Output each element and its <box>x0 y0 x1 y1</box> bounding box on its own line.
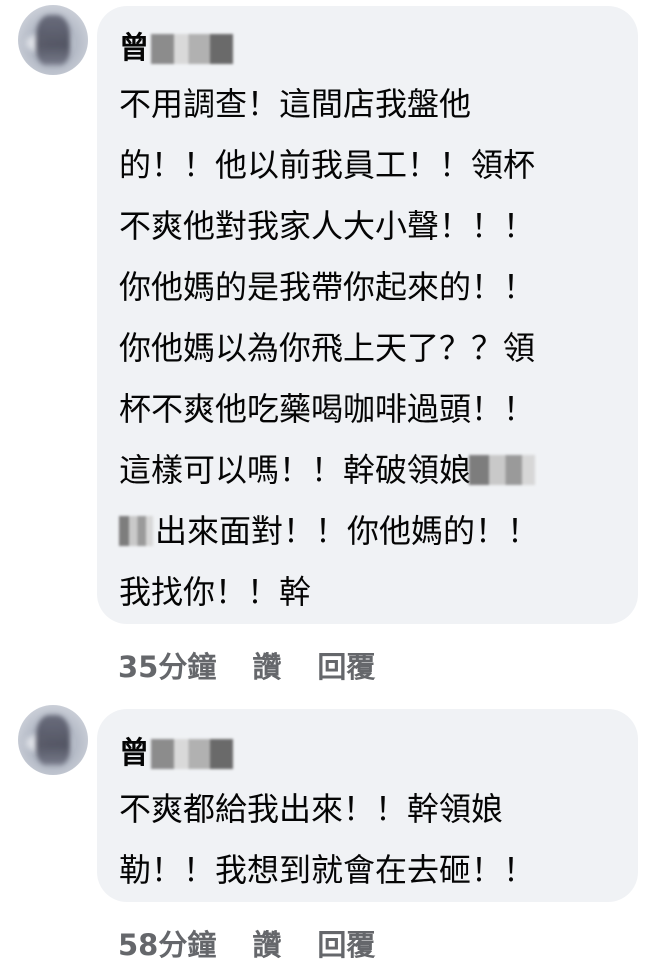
reply-button[interactable]: 回覆 <box>317 644 375 686</box>
comment-timestamp[interactable]: 35分鐘 <box>118 644 216 686</box>
comment-actions: 58分鐘讚回覆 <box>118 922 375 964</box>
name-redaction <box>119 516 153 546</box>
comment-line-text: 這樣可以嗎！！幹破領娘 <box>119 451 472 489</box>
author-name-redaction <box>151 34 233 64</box>
comment-line: 你他媽以為你飛上天了？？領 <box>119 329 536 367</box>
comment-line: 的！！他以前我員工！！領杯 <box>119 146 536 184</box>
avatar-image <box>36 15 70 65</box>
author-name[interactable]: 曾 <box>119 26 149 72</box>
comment-author-row: 曾 <box>119 731 618 777</box>
comment-line: 不用調查！這間店我盤他 <box>119 85 472 123</box>
avatar-image <box>36 715 70 765</box>
like-button[interactable]: 讚 <box>252 644 281 686</box>
comment-text: 不用調查！這間店我盤他 的！！他以前我員工！！領杯 不爽他對我家人大小聲！！！ … <box>119 74 618 623</box>
author-name[interactable]: 曾 <box>119 731 149 777</box>
avatar[interactable] <box>18 705 88 775</box>
comment-line: 杯不爽他吃藥喝咖啡過頭！！ <box>119 390 536 428</box>
name-redaction <box>469 455 536 485</box>
comment-author-row: 曾 <box>119 26 618 72</box>
comment-text: 不爽都給我出來！！幹領娘 勒！！我想到就會在去砸！！ <box>119 779 618 901</box>
comment-line-with-redaction: 出來面對！！你他媽的！！ <box>119 501 618 562</box>
comment-line-text: 出來面對！！你他媽的！！ <box>155 512 540 550</box>
comment-line-with-redaction: 這樣可以嗎！！幹破領娘 <box>119 440 618 501</box>
like-button[interactable]: 讚 <box>252 922 281 964</box>
comment-line: 我找你！！幹 <box>119 573 312 611</box>
author-name-redaction <box>151 739 233 769</box>
comment-bubble: 曾 不用調查！這間店我盤他 的！！他以前我員工！！領杯 不爽他對我家人大小聲！！… <box>97 6 638 624</box>
comment-line: 勒！！我想到就會在去砸！！ <box>119 851 536 889</box>
comment-line: 不爽都給我出來！！幹領娘 <box>119 790 504 828</box>
comment-timestamp[interactable]: 58分鐘 <box>118 922 216 964</box>
avatar[interactable] <box>18 5 88 75</box>
comments-thread: 曾 不用調查！這間店我盤他 的！！他以前我員工！！領杯 不爽他對我家人大小聲！！… <box>0 0 656 971</box>
comment-actions: 35分鐘讚回覆 <box>118 644 375 686</box>
reply-button[interactable]: 回覆 <box>317 922 375 964</box>
comment-line: 不爽他對我家人大小聲！！！ <box>119 207 536 245</box>
comment-line: 你他媽的是我帶你起來的！！ <box>119 268 536 306</box>
comment-bubble: 曾 不爽都給我出來！！幹領娘 勒！！我想到就會在去砸！！ <box>97 709 638 902</box>
